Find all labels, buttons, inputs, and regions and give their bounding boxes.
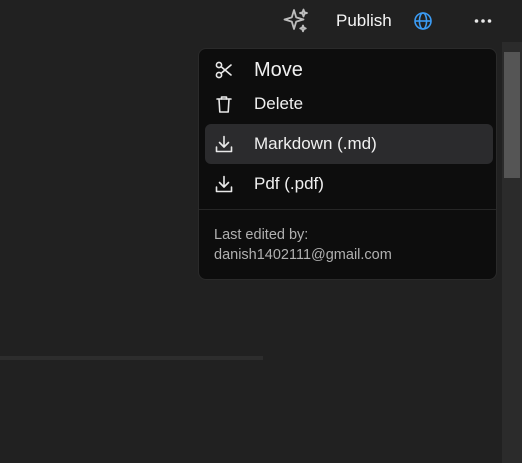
ai-assist-button[interactable] (281, 6, 311, 36)
menu-item-delete[interactable]: Delete (205, 84, 493, 124)
menu-item-export-markdown[interactable]: Markdown (.md) (205, 124, 493, 164)
download-icon (214, 134, 234, 154)
editor-page: Publish Move Delete Markdown (.md) Pdf (… (0, 0, 522, 463)
more-horizontal-icon (474, 19, 492, 23)
menu-item-label: Pdf (.pdf) (254, 174, 324, 193)
scrollbar-thumb[interactable] (504, 52, 520, 178)
scissors-icon (214, 60, 234, 80)
menu-item-export-pdf[interactable]: Pdf (.pdf) (205, 164, 493, 204)
last-edited-label: Last edited by: (214, 227, 309, 243)
last-edited-user: danish1402111@gmail.com (214, 247, 392, 263)
trash-icon (214, 94, 234, 114)
globe-icon (414, 12, 432, 30)
content-divider (0, 356, 263, 360)
last-edited-info: Last edited by: danish1402111@gmail.com (214, 225, 392, 265)
menu-item-label: Delete (254, 94, 304, 113)
menu-item-label: Markdown (.md) (254, 134, 377, 153)
page-options-menu: Move Delete Markdown (.md) Pdf (.pdf) La… (198, 48, 497, 280)
menu-separator (199, 209, 496, 210)
more-options-button[interactable] (470, 9, 496, 33)
sparkle-icon (283, 8, 308, 33)
visibility-button[interactable] (411, 9, 435, 33)
download-icon (214, 174, 234, 194)
top-toolbar: Publish (0, 0, 522, 42)
publish-button[interactable]: Publish (330, 9, 398, 33)
